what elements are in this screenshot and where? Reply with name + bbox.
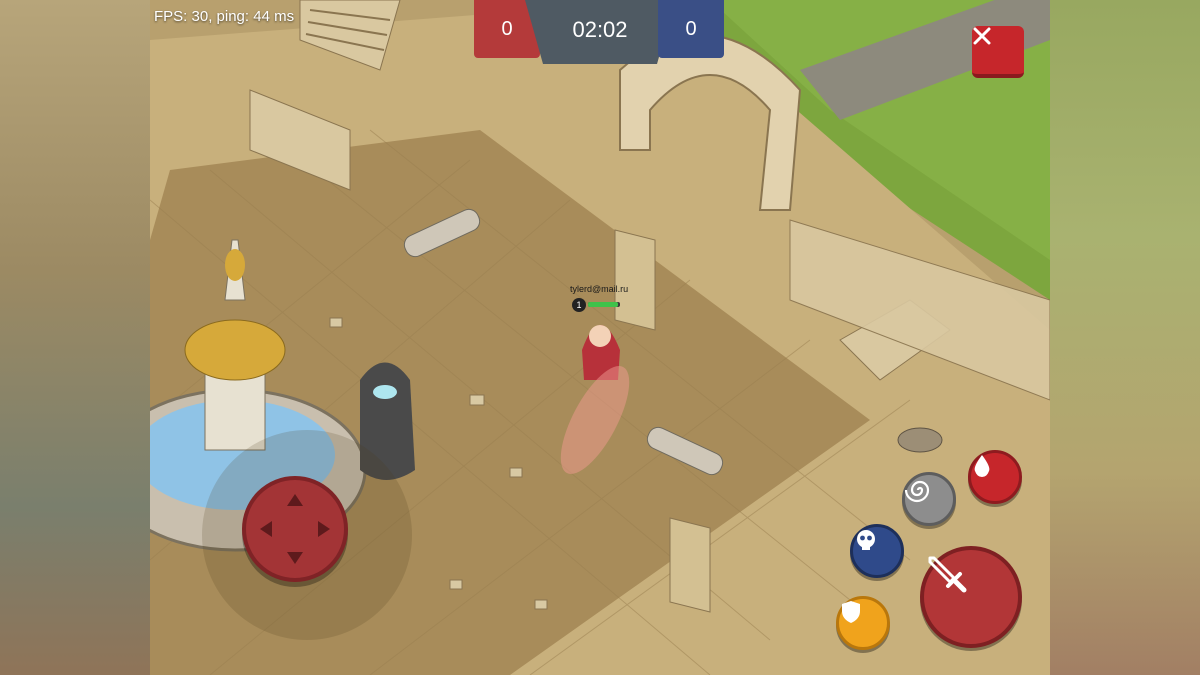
player-level-badge: 1	[572, 298, 586, 312]
dpad-arrows-icon	[260, 494, 330, 564]
close-icon	[973, 27, 991, 45]
close-button[interactable]	[972, 26, 1024, 78]
skull-skill-button[interactable]	[850, 524, 904, 578]
player-name-label: tylerd@mail.ru	[570, 284, 629, 294]
potion-button[interactable]	[968, 450, 1022, 504]
blood-drop-icon	[974, 455, 990, 477]
dpad-joystick[interactable]	[242, 476, 348, 582]
right-blur-border	[1050, 0, 1200, 675]
match-timer: 02:02	[525, 0, 675, 64]
player-health-bar	[588, 302, 620, 307]
swirl-icon	[905, 480, 930, 503]
player-health-fill	[588, 302, 619, 307]
blue-team-score: 0	[658, 0, 724, 58]
attack-button[interactable]	[920, 546, 1022, 648]
shield-icon	[842, 601, 860, 623]
sword-icon	[928, 556, 967, 593]
shield-skill-button[interactable]	[836, 596, 890, 650]
game-viewport[interactable]: FPS: 30, ping: 44 ms 0 02:02 0 tylerd@ma…	[150, 0, 1050, 675]
fps-ping-readout: FPS: 30, ping: 44 ms	[154, 8, 295, 25]
left-blur-border	[0, 0, 150, 675]
skull-icon	[857, 530, 875, 550]
swirl-skill-button[interactable]	[902, 472, 956, 526]
